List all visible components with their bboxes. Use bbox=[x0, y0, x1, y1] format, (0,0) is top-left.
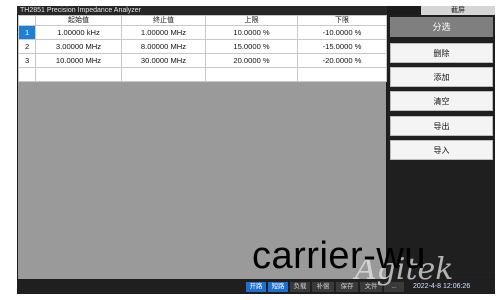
export-button[interactable]: 导出 bbox=[390, 116, 493, 136]
import-button[interactable]: 导入 bbox=[390, 140, 493, 160]
lower-cell[interactable]: -20.0000 % bbox=[297, 53, 387, 68]
col-header-lower: 下限 bbox=[297, 15, 387, 26]
empty-cell[interactable] bbox=[297, 67, 387, 82]
row-index-cell[interactable]: 3 bbox=[18, 53, 36, 68]
col-header-upper: 上限 bbox=[205, 15, 298, 26]
compensation-tab[interactable]: 补偿 bbox=[312, 282, 334, 292]
short-circuit-tab[interactable]: 短路 bbox=[268, 282, 288, 292]
load-tab[interactable]: 负载 bbox=[290, 282, 310, 292]
table-row-empty[interactable] bbox=[18, 67, 387, 82]
empty-cell[interactable] bbox=[35, 67, 122, 82]
col-header-index bbox=[18, 15, 36, 26]
upper-cell[interactable]: 10.0000 % bbox=[205, 25, 298, 40]
col-header-stop: 终止值 bbox=[121, 15, 206, 26]
start-cell[interactable]: 3.00000 MHz bbox=[35, 39, 122, 54]
row-index-cell[interactable]: 1 bbox=[18, 25, 36, 40]
watermark-text: carrier-wu bbox=[252, 235, 426, 277]
stop-cell[interactable]: 8.00000 MHz bbox=[121, 39, 206, 54]
col-header-start: 起始值 bbox=[35, 15, 122, 26]
clear-button[interactable]: 清空 bbox=[390, 91, 493, 111]
table-header-row: 起始值 终止值 上限 下限 bbox=[18, 15, 387, 26]
upper-cell[interactable]: 20.0000 % bbox=[205, 53, 298, 68]
lower-cell[interactable]: -10.0000 % bbox=[297, 25, 387, 40]
empty-cell[interactable] bbox=[205, 67, 298, 82]
stop-cell[interactable]: 30.0000 MHz bbox=[121, 53, 206, 68]
upper-cell[interactable]: 15.0000 % bbox=[205, 39, 298, 54]
screenshot-button[interactable]: 截屏 bbox=[421, 6, 495, 15]
start-cell[interactable]: 10.0000 MHz bbox=[35, 53, 122, 68]
table-row[interactable]: 2 3.00000 MHz 8.00000 MHz 15.0000 % -15.… bbox=[18, 39, 387, 54]
add-button[interactable]: 添加 bbox=[390, 67, 493, 87]
delete-button[interactable]: 删除 bbox=[390, 43, 493, 63]
start-cell[interactable]: 1.00000 kHz bbox=[35, 25, 122, 40]
row-index-cell[interactable]: 2 bbox=[18, 39, 36, 54]
open-circuit-tab[interactable]: 开路 bbox=[246, 282, 266, 292]
softkey-title: 分选 bbox=[390, 17, 493, 37]
stop-cell[interactable]: 1.00000 MHz bbox=[121, 25, 206, 40]
window-title: TH2851 Precision Impedance Analyzer bbox=[17, 6, 387, 15]
table-row[interactable]: 1 1.00000 kHz 1.00000 MHz 10.0000 % -10.… bbox=[18, 25, 387, 40]
lower-cell[interactable]: -15.0000 % bbox=[297, 39, 387, 54]
table-row[interactable]: 3 10.0000 MHz 30.0000 MHz 20.0000 % -20.… bbox=[18, 53, 387, 68]
empty-cell[interactable] bbox=[18, 67, 36, 82]
sort-limit-table: 起始值 终止值 上限 下限 1 1.00000 kHz 1.00000 MHz … bbox=[18, 15, 387, 82]
empty-cell[interactable] bbox=[121, 67, 206, 82]
